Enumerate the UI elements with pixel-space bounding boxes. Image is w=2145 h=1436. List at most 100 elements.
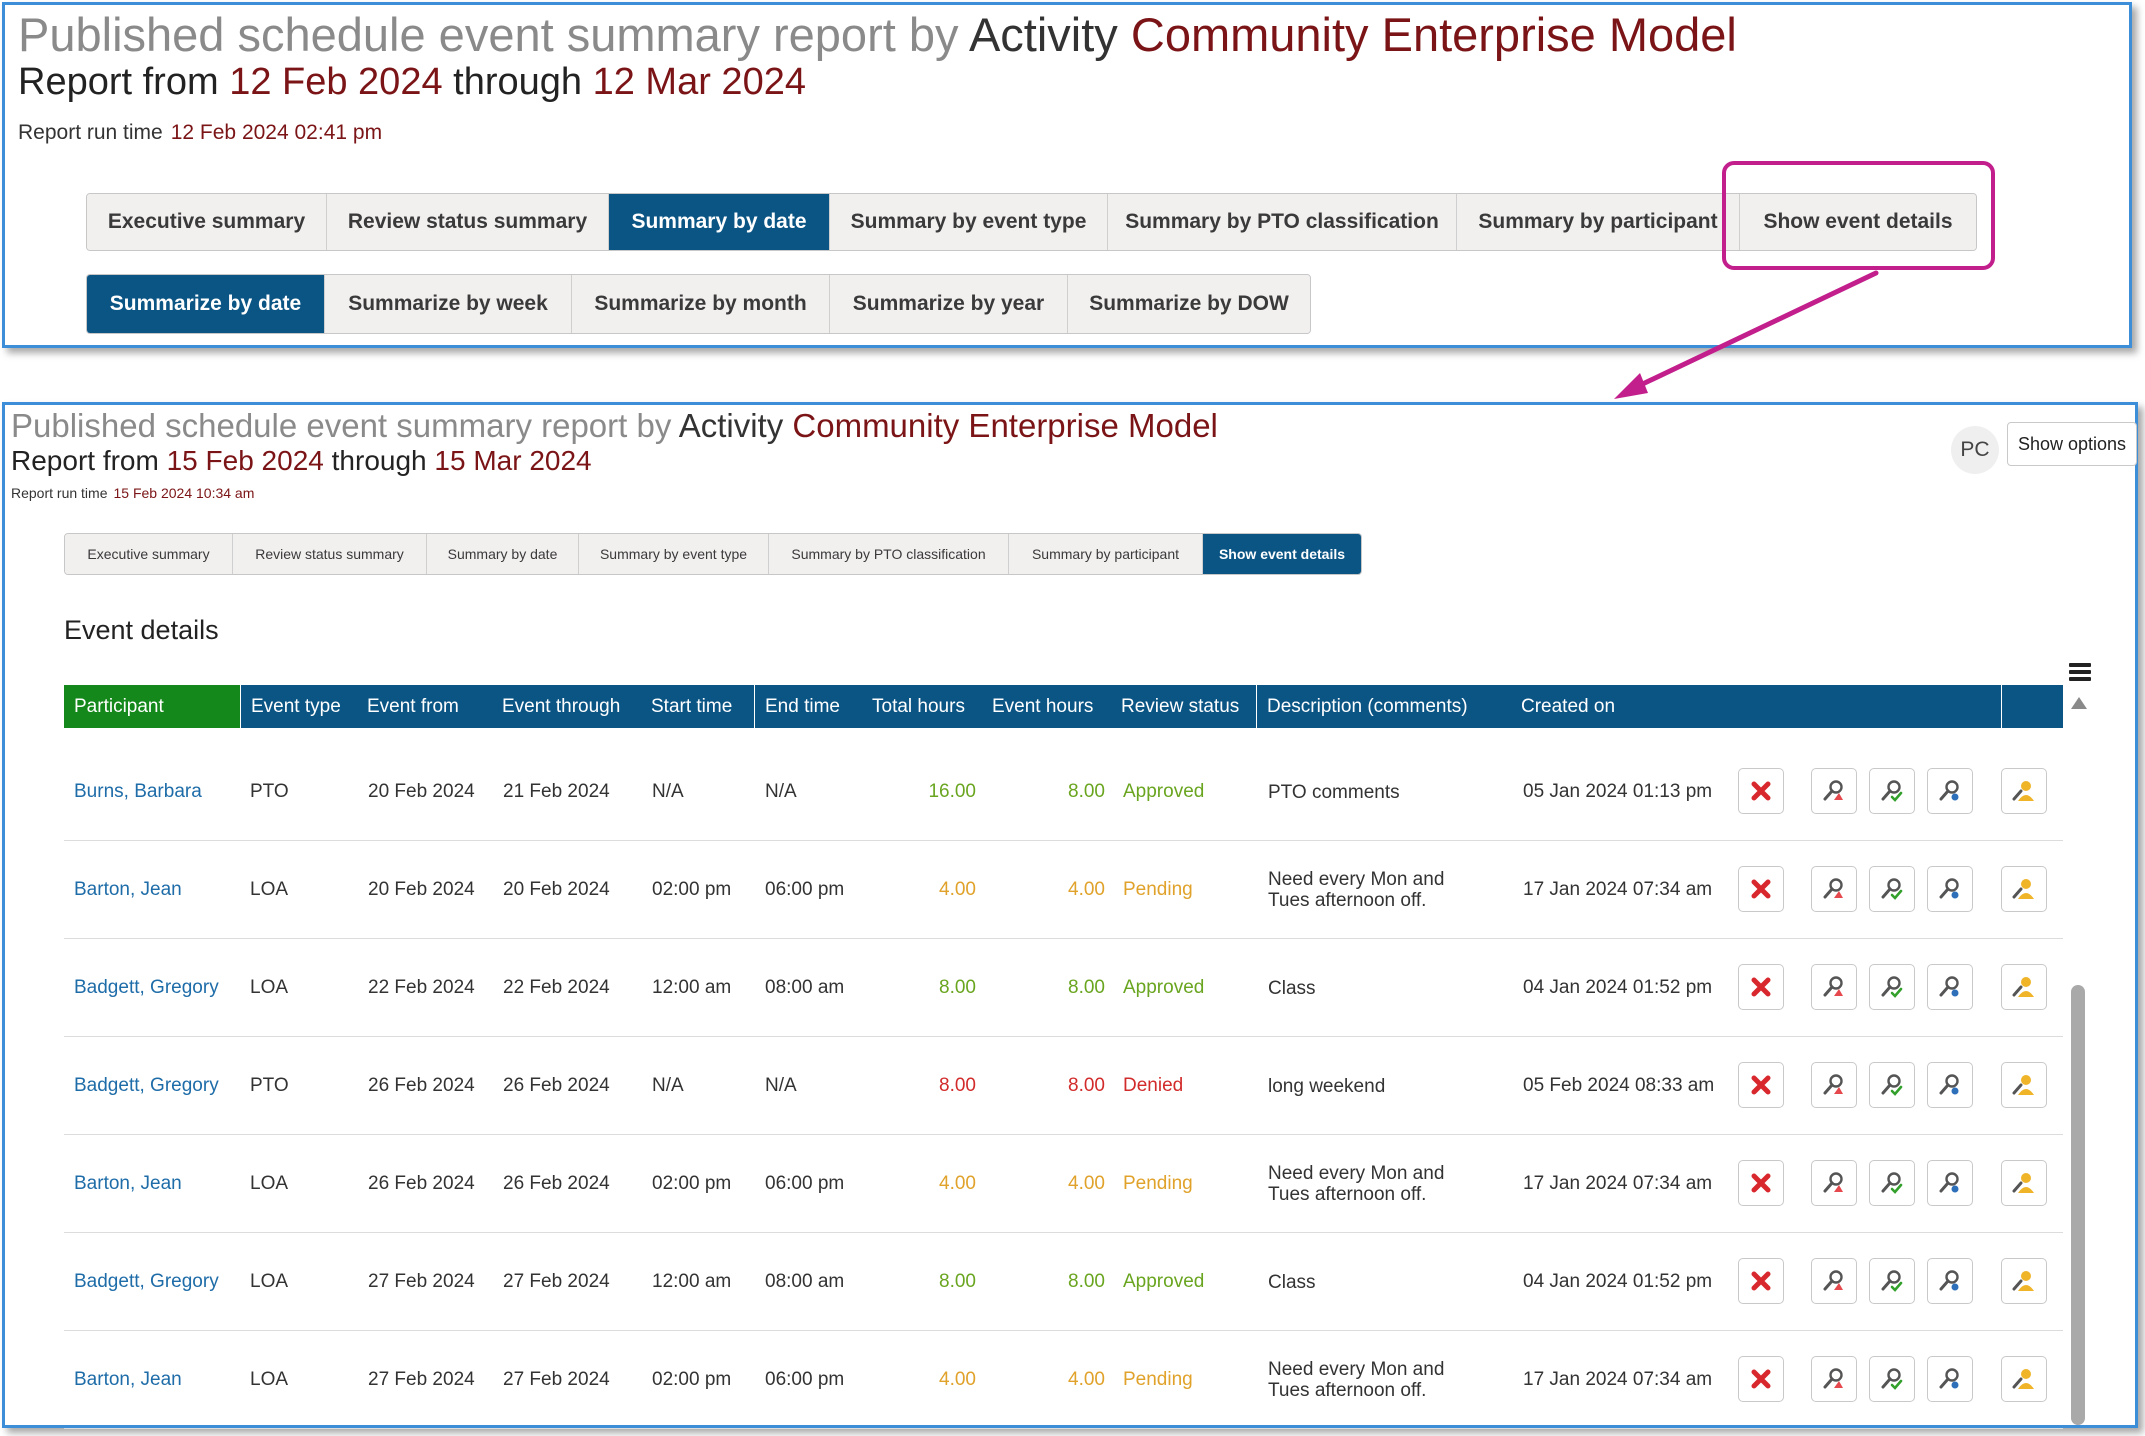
- review-blue-button[interactable]: [1927, 866, 1973, 912]
- edit-participant-button[interactable]: [2001, 964, 2047, 1010]
- col-total-hours[interactable]: Total hours: [862, 685, 982, 728]
- bottom-report-window: Published schedule event summary report …: [2, 402, 2138, 1429]
- review-blue-button[interactable]: [1927, 1356, 1973, 1402]
- review-green-button[interactable]: [1869, 768, 1915, 814]
- review-green-button[interactable]: [1869, 1160, 1915, 1206]
- subtab-summarize-by-year[interactable]: Summarize by year: [830, 275, 1068, 333]
- edit-participant-icon: [2009, 1168, 2039, 1198]
- col-event-hours[interactable]: Event hours: [982, 685, 1111, 728]
- title-prefix: Published schedule event summary report …: [11, 407, 672, 444]
- delete-event-button[interactable]: [1738, 964, 1784, 1010]
- event-from-cell: 27 Feb 2024: [368, 1369, 475, 1390]
- review-blue-icon: [1935, 1364, 1965, 1394]
- review-red-icon: [1819, 1070, 1849, 1100]
- participant-link[interactable]: Barton, Jean: [74, 1135, 182, 1233]
- review-red-button[interactable]: [1811, 866, 1857, 912]
- tab-executive-summary[interactable]: Executive summary: [87, 194, 327, 250]
- description-cell: long weekend: [1268, 1075, 1386, 1097]
- tab-summary-by-pto-classification[interactable]: Summary by PTO classification: [769, 534, 1009, 574]
- review-red-button[interactable]: [1811, 1062, 1857, 1108]
- scroll-up-icon[interactable]: [2071, 697, 2087, 709]
- participant-link[interactable]: Barton, Jean: [74, 841, 182, 939]
- edit-participant-button[interactable]: [2001, 1356, 2047, 1402]
- tab-summary-by-pto-classification[interactable]: Summary by PTO classification: [1108, 194, 1457, 250]
- review-green-button[interactable]: [1869, 1356, 1915, 1402]
- subtab-summarize-by-date[interactable]: Summarize by date: [87, 275, 325, 333]
- subtab-summarize-by-week[interactable]: Summarize by week: [325, 275, 572, 333]
- review-red-icon: [1819, 1168, 1849, 1198]
- edit-participant-icon: [2009, 1070, 2039, 1100]
- tab-review-status-summary[interactable]: Review status summary: [233, 534, 427, 574]
- review-green-button[interactable]: [1869, 1062, 1915, 1108]
- col-end-time[interactable]: End time: [754, 685, 862, 728]
- review-green-button[interactable]: [1869, 1258, 1915, 1304]
- review-red-button[interactable]: [1811, 768, 1857, 814]
- user-avatar[interactable]: PC: [1951, 426, 1999, 474]
- edit-participant-button[interactable]: [2001, 768, 2047, 814]
- participant-link[interactable]: Badgett, Gregory: [74, 939, 219, 1037]
- review-blue-button[interactable]: [1927, 768, 1973, 814]
- review-red-icon: [1819, 776, 1849, 806]
- participant-link[interactable]: Badgett, Gregory: [74, 1037, 219, 1135]
- review-green-button[interactable]: [1869, 964, 1915, 1010]
- review-green-icon: [1877, 874, 1907, 904]
- col-event-type[interactable]: Event type: [240, 685, 357, 728]
- col-description[interactable]: Description (comments): [1256, 685, 1511, 728]
- show-options-button[interactable]: Show options: [2007, 422, 2137, 466]
- review-red-button[interactable]: [1811, 964, 1857, 1010]
- delete-event-button[interactable]: [1738, 1160, 1784, 1206]
- tab-summary-by-participant[interactable]: Summary by participant: [1009, 534, 1203, 574]
- col-participant[interactable]: Participant: [64, 685, 240, 728]
- report-run-time: Report run time 12 Feb 2024 02:41 pm: [18, 121, 382, 145]
- delete-event-button[interactable]: [1738, 768, 1784, 814]
- subtab-summarize-by-month[interactable]: Summarize by month: [572, 275, 830, 333]
- review-blue-button[interactable]: [1927, 964, 1973, 1010]
- review-blue-button[interactable]: [1927, 1062, 1973, 1108]
- review-green-icon: [1877, 1070, 1907, 1100]
- start-time-cell: 02:00 pm: [652, 1173, 732, 1194]
- tab-summary-by-date[interactable]: Summary by date: [427, 534, 579, 574]
- review-red-icon: [1819, 1364, 1849, 1394]
- delete-event-button[interactable]: [1738, 1062, 1784, 1108]
- edit-participant-button[interactable]: [2001, 1258, 2047, 1304]
- review-blue-button[interactable]: [1927, 1160, 1973, 1206]
- review-red-button[interactable]: [1811, 1258, 1857, 1304]
- section-title: Event details: [64, 615, 219, 645]
- column-menu-icon[interactable]: [2069, 663, 2091, 681]
- delete-icon: [1746, 972, 1776, 1002]
- review-status-cell: Approved: [1123, 781, 1205, 802]
- tab-review-status-summary[interactable]: Review status summary: [327, 194, 609, 250]
- review-blue-button[interactable]: [1927, 1258, 1973, 1304]
- participant-link[interactable]: Barton, Jean: [74, 1331, 182, 1429]
- title-group: Activity: [968, 8, 1118, 61]
- delete-event-button[interactable]: [1738, 1356, 1784, 1402]
- event-hours-cell: 8.00: [1068, 977, 1105, 998]
- edit-participant-button[interactable]: [2001, 1062, 2047, 1108]
- delete-icon: [1746, 874, 1776, 904]
- tab-summary-by-date[interactable]: Summary by date: [609, 194, 830, 250]
- subtab-summarize-by-dow[interactable]: Summarize by DOW: [1068, 275, 1310, 333]
- event-type-cell: LOA: [250, 1369, 289, 1390]
- review-red-button[interactable]: [1811, 1356, 1857, 1402]
- delete-event-button[interactable]: [1738, 866, 1784, 912]
- participant-link[interactable]: Badgett, Gregory: [74, 1233, 219, 1331]
- delete-event-button[interactable]: [1738, 1258, 1784, 1304]
- tab-summary-by-participant[interactable]: Summary by participant: [1457, 194, 1740, 250]
- col-event-through[interactable]: Event through: [492, 685, 641, 728]
- tab-summary-by-event-type[interactable]: Summary by event type: [579, 534, 769, 574]
- description-cell: Need every Mon and Tues afternoon off.: [1268, 869, 1445, 911]
- table-row: Barton, Jean LOA 27 Feb 2024 27 Feb 2024 02:…: [64, 1331, 2063, 1429]
- col-start-time[interactable]: Start time: [641, 685, 754, 728]
- review-red-button[interactable]: [1811, 1160, 1857, 1206]
- scrollbar-thumb[interactable]: [2071, 985, 2085, 1425]
- edit-participant-button[interactable]: [2001, 1160, 2047, 1206]
- col-event-from[interactable]: Event from: [357, 685, 492, 728]
- tab-summary-by-event-type[interactable]: Summary by event type: [830, 194, 1108, 250]
- col-created-on[interactable]: Created on: [1511, 685, 2001, 728]
- col-review-status[interactable]: Review status: [1111, 685, 1256, 728]
- review-green-button[interactable]: [1869, 866, 1915, 912]
- tab-executive-summary[interactable]: Executive summary: [65, 534, 233, 574]
- participant-link[interactable]: Burns, Barbara: [74, 743, 202, 841]
- tab-show-event-details[interactable]: Show event details: [1203, 534, 1361, 574]
- edit-participant-button[interactable]: [2001, 866, 2047, 912]
